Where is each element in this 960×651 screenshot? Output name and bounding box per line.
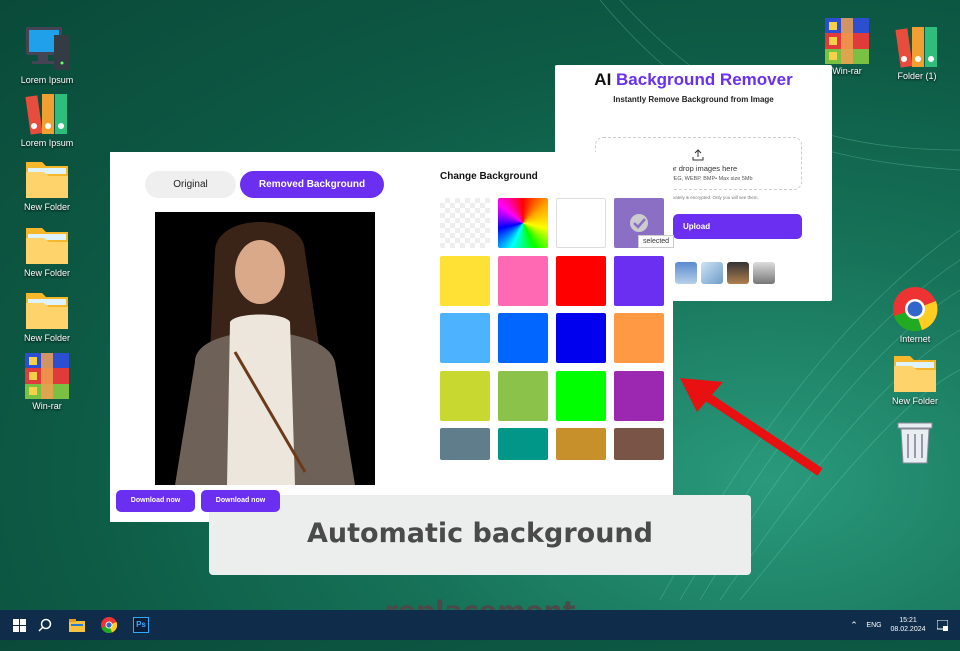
binders-icon — [25, 94, 67, 135]
desktop-icon-folder[interactable]: New Folder — [7, 158, 87, 212]
privacy-note: vately & encrypted. Only you will see th… — [673, 195, 759, 200]
desktop-icon-trash[interactable] — [875, 420, 955, 466]
color-swatch[interactable] — [498, 313, 548, 363]
chrome-icon — [101, 617, 117, 633]
upload-icon — [692, 149, 704, 161]
color-swatch[interactable] — [556, 370, 606, 421]
winrar-icon — [25, 353, 69, 399]
editor-window: Original Removed Background Change Backg… — [110, 152, 675, 522]
folder-icon — [69, 618, 85, 632]
download-button[interactable]: Download now — [116, 490, 195, 512]
taskbar: Ps ⌃ ENG 15:21 08.02.2024 — [0, 610, 960, 640]
color-swatch[interactable] — [556, 313, 606, 363]
app-subtitle: Instantly Remove Background from Image — [613, 95, 774, 104]
color-swatch[interactable] — [614, 255, 664, 306]
desktop-icon-label: New Folder — [891, 396, 938, 406]
upload-button[interactable]: Upload — [673, 214, 802, 239]
desktop-icon-label: Lorem Ipsum — [20, 138, 74, 148]
desktop-icon-label: New Folder — [23, 268, 70, 278]
desktop-icon-computer[interactable]: Lorem Ipsum — [7, 25, 87, 85]
tab-removed-background[interactable]: Removed Background — [240, 171, 384, 198]
folder-icon — [26, 293, 68, 329]
desktop-icon-label: Win-rar — [32, 401, 62, 411]
desktop-icon-label: Folder (1) — [897, 71, 937, 81]
desktop-icon-folder[interactable]: New Folder — [7, 289, 87, 343]
drop-text: or drop images here — [670, 164, 738, 173]
red-arrow — [680, 378, 823, 476]
language-indicator[interactable]: ENG — [864, 610, 884, 640]
color-swatch[interactable] — [556, 255, 606, 306]
tab-original[interactable]: Original — [145, 171, 236, 198]
winrar-icon — [825, 18, 869, 64]
taskbar-explorer[interactable] — [66, 610, 88, 640]
desktop-icon-label: New Folder — [23, 202, 70, 212]
start-button[interactable] — [6, 610, 32, 640]
folder-icon — [26, 162, 68, 198]
change-background-title: Change Background — [440, 171, 538, 182]
color-swatch[interactable] — [614, 370, 664, 421]
tray-overflow-button[interactable]: ⌃ — [847, 610, 861, 640]
color-swatch-custom[interactable] — [498, 198, 548, 248]
desktop-icon-label: Win-rar — [832, 66, 862, 76]
color-swatch[interactable] — [556, 198, 606, 248]
desktop-icon-winrar[interactable]: Win-rar — [7, 353, 87, 411]
color-swatch[interactable] — [498, 428, 548, 460]
binders-icon — [895, 27, 937, 68]
formats-text: PEG, WEBP, BMP• Max size 5Mb — [670, 176, 753, 182]
selected-tooltip: selected — [638, 235, 675, 248]
app-title: AI Background Remover — [594, 70, 793, 89]
search-button[interactable] — [34, 610, 56, 640]
sample-image[interactable] — [753, 262, 775, 284]
computer-icon — [26, 27, 70, 70]
color-swatch[interactable] — [498, 370, 548, 421]
color-swatch[interactable] — [614, 428, 664, 460]
clock-date: 08.02.2024 — [890, 626, 926, 633]
trash-icon — [897, 422, 933, 464]
windows-icon — [12, 618, 26, 632]
color-swatch[interactable] — [440, 428, 490, 460]
photoshop-icon: Ps — [133, 617, 149, 633]
color-swatch[interactable] — [614, 313, 664, 363]
search-icon — [38, 618, 52, 632]
desktop-icon-binders[interactable]: Folder (1) — [877, 25, 957, 81]
desktop-icon-chrome[interactable]: Internet — [875, 286, 955, 344]
folder-icon — [894, 356, 936, 392]
color-swatch[interactable] — [440, 255, 490, 306]
notifications-button[interactable] — [934, 610, 950, 640]
desktop-icon-label: Internet — [899, 334, 931, 344]
download-hd-button[interactable]: Download now — [201, 490, 280, 512]
sample-image[interactable] — [675, 262, 697, 284]
color-swatch-transparent[interactable] — [440, 198, 490, 248]
sample-image[interactable] — [727, 262, 749, 284]
desktop-icon-binders[interactable]: Lorem Ipsum — [7, 92, 87, 148]
desktop-icon-label: Lorem Ipsum — [20, 75, 74, 85]
chrome-icon — [893, 287, 938, 332]
clock-time: 15:21 — [899, 617, 917, 624]
color-swatch[interactable] — [556, 428, 606, 460]
color-swatch[interactable] — [440, 313, 490, 363]
chevron-up-icon: ⌃ — [850, 619, 858, 630]
sample-image[interactable] — [701, 262, 723, 284]
caption-banner: Automatic background replacement — [209, 495, 751, 627]
folder-icon — [26, 228, 68, 264]
result-image — [155, 212, 375, 485]
desktop-icon-label: New Folder — [23, 333, 70, 343]
notification-icon — [936, 619, 948, 631]
taskbar-chrome[interactable] — [98, 610, 120, 640]
color-swatch[interactable] — [440, 370, 490, 421]
desktop-icon-folder[interactable]: New Folder — [875, 352, 955, 406]
desktop-icon-folder[interactable]: New Folder — [7, 224, 87, 278]
taskbar-photoshop[interactable]: Ps — [130, 610, 152, 640]
color-swatch[interactable] — [498, 255, 548, 306]
sample-images — [675, 262, 775, 284]
clock[interactable]: 15:21 08.02.2024 — [888, 610, 928, 640]
